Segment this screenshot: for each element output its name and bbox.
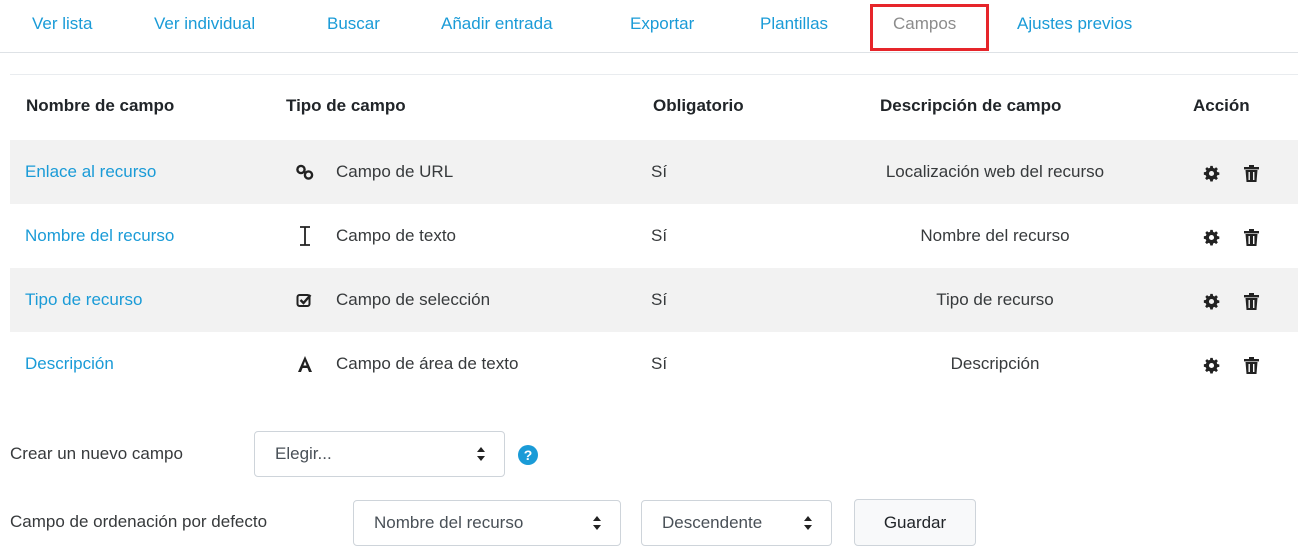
field-type: Campo de selección <box>336 290 491 309</box>
tab-exportar[interactable]: Exportar <box>630 14 694 34</box>
select-caret-icon <box>592 513 602 533</box>
new-field-select[interactable]: Elegir... <box>254 431 505 477</box>
field-name-link[interactable]: Enlace al recurso <box>25 162 156 182</box>
tab-buscar[interactable]: Buscar <box>327 14 380 34</box>
tab-ajustes-previos[interactable]: Ajustes previos <box>1017 14 1132 34</box>
tab-bar: Ver lista Ver individual Buscar Añadir e… <box>0 0 1298 53</box>
select-caret-icon <box>803 513 813 533</box>
column-header-description: Descripción de campo <box>880 96 1062 115</box>
table-row: Tipo de recurso Campo de selección Sí Ti… <box>10 268 1298 332</box>
trash-icon[interactable] <box>1242 228 1260 246</box>
tab-anadir-entrada[interactable]: Añadir entrada <box>441 14 553 34</box>
tab-campos[interactable]: Campos <box>893 14 956 34</box>
letter-a-icon <box>294 352 316 376</box>
save-button[interactable]: Guardar <box>854 499 976 546</box>
field-description: Tipo de recurso <box>936 290 1054 309</box>
tab-plantillas[interactable]: Plantillas <box>760 14 828 34</box>
field-required: Sí <box>651 162 668 181</box>
field-required: Sí <box>651 226 668 245</box>
table-row: Nombre del recurso Campo de texto Sí Nom… <box>10 204 1298 268</box>
field-type: Campo de área de texto <box>336 354 519 373</box>
field-description: Nombre del recurso <box>920 226 1070 245</box>
column-header-type: Tipo de campo <box>286 96 406 115</box>
field-description: Localización web del recurso <box>885 162 1105 181</box>
gear-icon[interactable] <box>1202 356 1220 374</box>
field-required: Sí <box>651 354 668 373</box>
field-required: Sí <box>651 290 668 309</box>
default-sort-label: Campo de ordenación por defecto <box>10 512 268 531</box>
default-sort-order-select[interactable]: Descendente <box>641 500 832 546</box>
new-field-label: Crear un nuevo campo <box>10 444 183 463</box>
default-sort-order-value: Descendente <box>662 513 763 532</box>
question-circle-icon[interactable]: ? <box>518 445 538 465</box>
trash-icon[interactable] <box>1242 292 1260 310</box>
field-name-link[interactable]: Nombre del recurso <box>25 226 174 246</box>
field-name-link[interactable]: Tipo de recurso <box>25 290 142 310</box>
checkbox-icon <box>294 288 316 312</box>
field-name-link[interactable]: Descripción <box>25 354 114 374</box>
gear-icon[interactable] <box>1202 292 1220 310</box>
link-icon <box>294 160 316 184</box>
tab-ver-individual[interactable]: Ver individual <box>154 14 255 34</box>
table-top-border <box>10 74 1298 75</box>
trash-icon[interactable] <box>1242 164 1260 182</box>
text-cursor-icon <box>294 224 316 248</box>
new-field-select-value: Elegir... <box>275 444 332 463</box>
default-sort-field-select[interactable]: Nombre del recurso <box>353 500 621 546</box>
column-header-name: Nombre de campo <box>26 96 175 115</box>
select-caret-icon <box>476 444 486 464</box>
table-row: Descripción Campo de área de texto Sí De… <box>10 332 1298 396</box>
column-header-action: Acción <box>1193 96 1250 115</box>
field-type: Campo de texto <box>336 226 457 245</box>
trash-icon[interactable] <box>1242 356 1260 374</box>
field-type: Campo de URL <box>336 162 454 181</box>
tab-ver-lista[interactable]: Ver lista <box>32 14 92 34</box>
field-description: Descripción <box>950 354 1040 373</box>
default-sort-field-value: Nombre del recurso <box>374 513 524 532</box>
gear-icon[interactable] <box>1202 164 1220 182</box>
gear-icon[interactable] <box>1202 228 1220 246</box>
column-header-required: Obligatorio <box>653 96 744 115</box>
table-row: Enlace al recurso Campo de URL Sí Locali… <box>10 140 1298 204</box>
